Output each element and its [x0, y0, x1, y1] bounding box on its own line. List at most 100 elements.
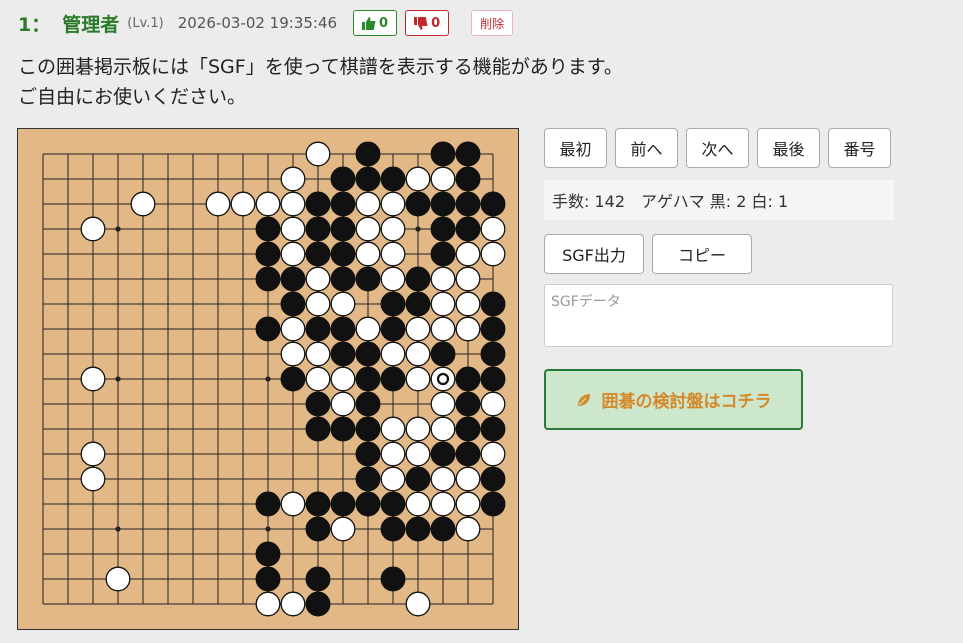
- white-stone-k17: [255, 191, 281, 217]
- copy-button[interactable]: コピー: [652, 234, 752, 274]
- black-stone-k5: [255, 491, 281, 517]
- board-controls: 最初 前へ 次へ 最後 番号 手数: 142 アゲハマ 黒: 2 白: 1 SG…: [544, 128, 894, 430]
- black-stone-p2: [380, 566, 406, 592]
- white-stone-m10: [305, 366, 331, 392]
- white-stone-l1: [280, 591, 306, 617]
- black-stone-t12: [480, 316, 506, 342]
- white-stone-q1: [405, 591, 431, 617]
- black-stone-m17: [305, 191, 331, 217]
- white-stone-q11: [405, 341, 431, 367]
- white-stone-s13: [455, 291, 481, 317]
- kento-board-link[interactable]: 囲碁の検討盤はコチラ: [544, 369, 803, 430]
- bad-count: 0: [431, 15, 441, 31]
- black-stone-s16: [455, 216, 481, 242]
- black-stone-k14: [255, 266, 281, 292]
- black-stone-r11: [430, 341, 456, 367]
- white-stone-p11: [380, 341, 406, 367]
- white-stone-s12: [455, 316, 481, 342]
- black-stone-m2: [305, 566, 331, 592]
- black-stone-t6: [480, 466, 506, 492]
- black-stone-k3: [255, 541, 281, 567]
- black-stone-m16: [305, 216, 331, 242]
- black-stone-p18: [380, 166, 406, 192]
- white-stone-o16: [355, 216, 381, 242]
- white-stone-h17: [205, 191, 231, 217]
- delete-button[interactable]: 削除: [471, 10, 514, 36]
- white-stone-o15: [355, 241, 381, 267]
- white-stone-s15: [455, 241, 481, 267]
- black-stone-m4: [305, 516, 331, 542]
- black-stone-l13: [280, 291, 306, 317]
- white-stone-l11: [280, 341, 306, 367]
- white-stone-c7: [80, 441, 106, 467]
- white-stone-n9: [330, 391, 356, 417]
- white-stone-o17: [355, 191, 381, 217]
- poster-name[interactable]: 管理者: [62, 10, 119, 37]
- black-stone-o14: [355, 266, 381, 292]
- white-stone-l16: [280, 216, 306, 242]
- first-move-button[interactable]: 最初: [544, 128, 607, 168]
- go-board[interactable]: [17, 128, 519, 630]
- black-stone-s8: [455, 416, 481, 442]
- black-stone-t8: [480, 416, 506, 442]
- white-stone-n4: [330, 516, 356, 542]
- move-count: 手数: 142: [552, 192, 626, 211]
- white-stone-c6: [80, 466, 106, 492]
- move-number-button[interactable]: 番号: [828, 128, 891, 168]
- black-stone-s17: [455, 191, 481, 217]
- white-stone-m14: [305, 266, 331, 292]
- prev-move-button[interactable]: 前へ: [615, 128, 678, 168]
- post-datetime: 2026-03-02 19:35:46: [177, 14, 338, 32]
- good-count: 0: [379, 15, 389, 31]
- black-stone-o11: [355, 341, 381, 367]
- white-stone-p15: [380, 241, 406, 267]
- next-move-button[interactable]: 次へ: [686, 128, 749, 168]
- white-stone-q8: [405, 416, 431, 442]
- white-stone-p7: [380, 441, 406, 467]
- message-line: ご自由にお使いください。: [18, 86, 247, 108]
- black-stone-n14: [330, 266, 356, 292]
- white-stone-l17: [280, 191, 306, 217]
- black-stone-t5: [480, 491, 506, 517]
- game-status: 手数: 142 アゲハマ 黒: 2 白: 1: [544, 180, 894, 220]
- black-stone-p5: [380, 491, 406, 517]
- star-point: [115, 226, 121, 232]
- kento-label: 囲碁の検討盤はコチラ: [601, 392, 772, 412]
- captures: アゲハマ 黒: 2 白: 1: [641, 192, 789, 211]
- white-stone-r13: [430, 291, 456, 317]
- black-stone-r15: [430, 241, 456, 267]
- good-button[interactable]: 0: [353, 10, 398, 36]
- white-stone-q5: [405, 491, 431, 517]
- sgf-output-button[interactable]: SGF出力: [544, 234, 644, 274]
- black-stone-m8: [305, 416, 331, 442]
- star-point: [115, 526, 121, 532]
- white-stone-c16: [80, 216, 106, 242]
- white-stone-m11: [305, 341, 331, 367]
- black-stone-m12: [305, 316, 331, 342]
- black-stone-m9: [305, 391, 331, 417]
- white-stone-j17: [230, 191, 256, 217]
- white-stone-r10: [430, 366, 456, 392]
- black-stone-t13: [480, 291, 506, 317]
- star-point: [265, 376, 271, 382]
- white-stone-c10: [80, 366, 106, 392]
- bad-button[interactable]: 0: [405, 10, 450, 36]
- black-stone-k2: [255, 566, 281, 592]
- sgf-buttons: SGF出力 コピー: [544, 234, 894, 274]
- sgf-data-field[interactable]: [544, 284, 893, 347]
- black-stone-s7: [455, 441, 481, 467]
- black-stone-q6: [405, 466, 431, 492]
- black-stone-o5: [355, 491, 381, 517]
- black-stone-t11: [480, 341, 506, 367]
- white-stone-k1: [255, 591, 281, 617]
- black-stone-s10: [455, 366, 481, 392]
- black-stone-n16: [330, 216, 356, 242]
- white-stone-t7: [480, 441, 506, 467]
- white-stone-d2: [105, 566, 131, 592]
- white-stone-p14: [380, 266, 406, 292]
- white-stone-p6: [380, 466, 406, 492]
- white-stone-r18: [430, 166, 456, 192]
- black-stone-n8: [330, 416, 356, 442]
- last-move-button[interactable]: 最後: [757, 128, 820, 168]
- black-stone-o19: [355, 141, 381, 167]
